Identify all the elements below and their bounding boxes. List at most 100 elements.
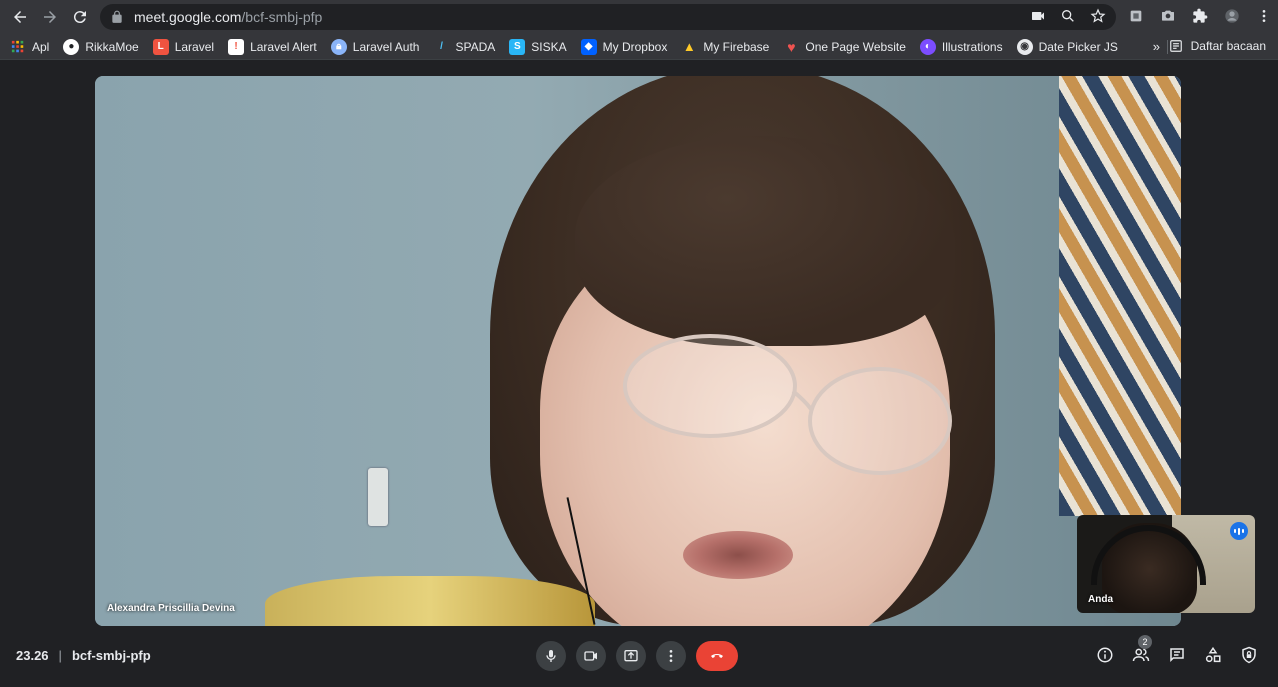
bookmark-laravel[interactable]: L Laravel	[152, 38, 215, 55]
bookmark-siska[interactable]: S SISKA	[509, 38, 567, 55]
url-path: /bcf-smbj-pfp	[241, 9, 323, 25]
bookmark-label: SISKA	[531, 39, 567, 54]
participant-count-badge: 2	[1138, 635, 1152, 649]
bookmark-label: Apl	[32, 39, 50, 54]
participant-glasses	[623, 334, 952, 475]
address-bar[interactable]: meet.google.com/bcf-smbj-pfp	[100, 4, 1116, 30]
spada-icon: /	[440, 41, 443, 52]
bookmark-laravel-auth[interactable]: 🔒︎ Laravel Auth	[330, 38, 420, 55]
bookmark-laravel-alert[interactable]: ! Laravel Alert	[228, 38, 317, 55]
host-controls-button[interactable]	[1240, 646, 1258, 664]
more-vert-icon	[669, 650, 673, 662]
call-controls	[536, 641, 738, 671]
bookmark-apl[interactable]: Apl	[10, 39, 49, 55]
bookmark-label: Laravel Alert	[250, 39, 317, 54]
bookmark-rikkamoe[interactable]: ● RikkaMoe	[63, 38, 139, 55]
present-screen-button[interactable]	[616, 641, 646, 671]
participants-button[interactable]: 2	[1132, 635, 1152, 664]
illustrations-icon: ◐	[919, 38, 936, 55]
main-participant-video[interactable]: Alexandra Priscillia Devina	[95, 76, 1181, 626]
forward-button[interactable]	[38, 5, 62, 29]
chat-button[interactable]	[1168, 646, 1186, 664]
participant-shirt	[265, 576, 595, 626]
wall-switch	[368, 468, 388, 526]
laravel-alert-icon: !	[228, 38, 245, 55]
chat-icon	[1170, 648, 1184, 663]
bookmark-label: My Dropbox	[602, 39, 668, 54]
bookmark-my-dropbox[interactable]: ◆ My Dropbox	[580, 38, 668, 55]
camera-button[interactable]	[576, 641, 606, 671]
activities-button[interactable]	[1204, 646, 1222, 664]
bookmark-label: My Firebase	[703, 39, 770, 54]
globe-icon: ◉	[1016, 38, 1033, 55]
meeting-details-button[interactable]	[1096, 646, 1114, 664]
bookmark-spada[interactable]: / SPADA	[433, 39, 495, 55]
bookmark-date-picker-js[interactable]: ◉ Date Picker JS	[1016, 38, 1118, 55]
shield-lock-icon	[1242, 646, 1256, 664]
main-participant-name: Alexandra Priscillia Devina	[107, 603, 235, 614]
video-camera-icon	[584, 651, 597, 661]
bookmark-label: Laravel Auth	[352, 39, 420, 54]
apps-grid-icon	[10, 39, 26, 55]
present-screen-icon	[624, 650, 638, 662]
more-options-button[interactable]	[656, 641, 686, 671]
camera-icon	[1162, 10, 1174, 21]
activities-icon	[1205, 646, 1221, 663]
meeting-bottom-bar: 23.26 | bcf-smbj-pfp 2	[0, 630, 1278, 687]
screenshot-extension-button[interactable]	[1158, 6, 1178, 26]
zoom-icon[interactable]	[1060, 8, 1076, 24]
leave-call-button[interactable]	[696, 641, 738, 671]
curtain	[1059, 76, 1181, 516]
url-host: meet.google.com	[134, 9, 242, 25]
microphone-icon	[546, 650, 556, 662]
puzzle-icon	[1193, 8, 1208, 23]
forward-arrow-icon	[44, 11, 56, 23]
self-view-tile[interactable]: Anda	[1077, 515, 1255, 613]
reading-list-icon	[1169, 40, 1182, 52]
profile-avatar-button[interactable]	[1222, 6, 1242, 26]
people-icon	[1132, 648, 1150, 662]
github-icon: ●	[63, 38, 80, 55]
siska-icon: S	[509, 38, 526, 55]
meeting-info: 23.26 | bcf-smbj-pfp	[16, 648, 151, 663]
kebab-menu-icon	[1262, 10, 1266, 22]
extensions-button[interactable]	[1190, 6, 1210, 26]
laravel-icon: L	[152, 38, 169, 55]
meeting-info-separator: |	[58, 648, 62, 663]
bookmark-label: One Page Website	[805, 39, 906, 54]
extension-1-button[interactable]	[1126, 6, 1146, 26]
bookmark-star-icon[interactable]	[1090, 8, 1106, 24]
info-icon	[1097, 647, 1113, 663]
lock-icon: 🔒︎	[330, 38, 347, 55]
bookmark-label: Date Picker JS	[1038, 39, 1118, 54]
self-view-name: Anda	[1088, 594, 1113, 605]
reading-list-label: Daftar bacaan	[1190, 39, 1266, 53]
bookmark-illustrations[interactable]: ◐ Illustrations	[919, 38, 1003, 55]
bookmark-label: Laravel	[174, 39, 215, 54]
bookmarks-bar: Apl ● RikkaMoe L Laravel ! Laravel Alert…	[0, 34, 1278, 60]
meeting-side-controls: 2	[1096, 635, 1258, 664]
hang-up-icon	[711, 654, 723, 658]
microphone-button[interactable]	[536, 641, 566, 671]
heart-icon: ♥	[787, 38, 796, 55]
bookmark-my-firebase[interactable]: ▲ My Firebase	[681, 39, 769, 55]
browser-toolbar: meet.google.com/bcf-smbj-pfp	[0, 0, 1278, 34]
reload-button[interactable]	[68, 5, 92, 29]
participant-mouth	[683, 531, 793, 579]
back-button[interactable]	[8, 5, 32, 29]
lock-icon	[112, 10, 122, 23]
browser-menu-button[interactable]	[1254, 6, 1274, 26]
bookmark-label: RikkaMoe	[85, 39, 139, 54]
meeting-time: 23.26	[16, 648, 49, 663]
back-arrow-icon	[14, 11, 26, 23]
bookmark-one-page-website[interactable]: ♥ One Page Website	[783, 39, 906, 55]
reading-list-button[interactable]: Daftar bacaan	[1169, 39, 1266, 53]
bookmark-label: SPADA	[455, 39, 496, 54]
firebase-icon: ▲	[682, 39, 696, 54]
bookmarks-overflow-button[interactable]: »	[1153, 39, 1160, 54]
extension-page-icon	[1130, 10, 1142, 22]
avatar-icon	[1225, 9, 1239, 23]
reload-icon	[73, 11, 86, 24]
bookmark-label: Illustrations	[941, 39, 1003, 54]
camera-indicator-icon[interactable]	[1030, 8, 1046, 24]
